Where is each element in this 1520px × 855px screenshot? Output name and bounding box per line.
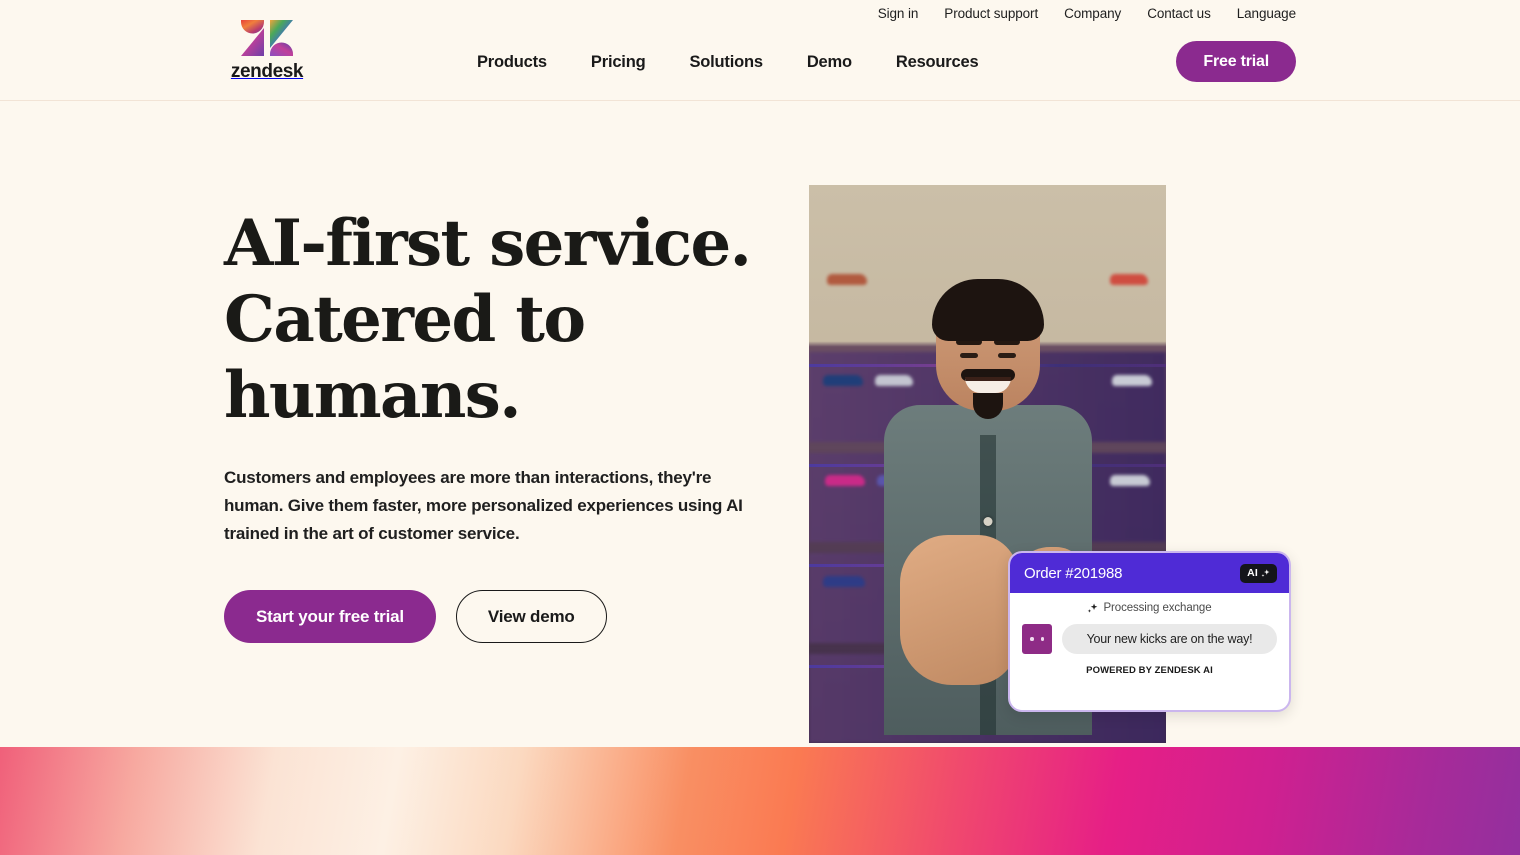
ai-card-header: Order #201988 AI — [1010, 553, 1289, 593]
ai-status-label: Processing exchange — [1103, 602, 1212, 614]
hero-title-line-1: AI-first service. — [224, 206, 752, 281]
ai-message-bubble: Your new kicks are on the way! — [1062, 624, 1277, 654]
promo-gradient-band: NEW — [0, 747, 1520, 855]
nav-item-demo[interactable]: Demo — [785, 45, 874, 80]
sparkle-icon — [1088, 602, 1098, 613]
bot-avatar — [1022, 624, 1052, 654]
shoe — [1112, 374, 1152, 386]
nav-item-solutions[interactable]: Solutions — [667, 45, 784, 80]
eye — [997, 353, 1016, 359]
hero-subtitle: Customers and employees are more than in… — [224, 468, 743, 543]
zendesk-wordmark: zendesk — [230, 61, 304, 82]
hero-cta-group: Start your free trial View demo — [224, 590, 764, 643]
free-trial-button[interactable]: Free trial — [1176, 41, 1296, 82]
shoe — [825, 475, 865, 487]
order-id-label: Order #201988 — [1024, 564, 1123, 582]
nav-item-products[interactable]: Products — [455, 45, 569, 80]
shoe — [823, 575, 865, 587]
hero-title-line-3: humans. — [224, 358, 522, 433]
avatar-eye — [1030, 637, 1034, 641]
main-nav: Products Pricing Solutions Demo Resource… — [455, 45, 1000, 80]
nav-item-pricing[interactable]: Pricing — [569, 45, 668, 80]
eye — [959, 353, 978, 359]
avatar-eye — [1040, 637, 1044, 641]
zendesk-z-logo-icon — [241, 20, 293, 56]
ai-badge-label: AI — [1247, 567, 1258, 579]
hero-copy: AI-first service. Catered to humans. Cus… — [224, 206, 764, 643]
shoe — [1110, 274, 1148, 286]
sparkle-icon — [1261, 568, 1270, 577]
ai-chat-card: Order #201988 AI Processing exchange You… — [1008, 551, 1291, 712]
ai-status-row: Processing exchange — [1022, 602, 1277, 614]
site-header: zendesk Products Pricing Solutions Demo … — [0, 0, 1520, 101]
ai-badge: AI — [1240, 563, 1277, 583]
nav-item-resources[interactable]: Resources — [874, 45, 1001, 80]
hero-title: AI-first service. Catered to humans. — [224, 206, 764, 434]
shoe — [823, 374, 863, 386]
person-hair — [931, 279, 1044, 342]
start-free-trial-button[interactable]: Start your free trial — [224, 590, 436, 643]
zendesk-logo[interactable]: zendesk — [224, 16, 310, 83]
pointing-hand — [899, 535, 1018, 686]
hero-title-line-2: Catered to — [224, 282, 586, 357]
shirt-button — [983, 517, 992, 527]
shoe — [1110, 475, 1150, 487]
hero-section: AI-first service. Catered to humans. Cus… — [0, 101, 1520, 747]
smile — [964, 377, 1011, 394]
view-demo-button[interactable]: View demo — [455, 590, 607, 643]
ai-message-row: Your new kicks are on the way! — [1022, 624, 1277, 654]
powered-by-label: POWERED BY ZENDESK AI — [1086, 665, 1213, 676]
shoe — [827, 274, 867, 286]
ai-card-body: Processing exchange Your new kicks are o… — [1010, 593, 1289, 676]
